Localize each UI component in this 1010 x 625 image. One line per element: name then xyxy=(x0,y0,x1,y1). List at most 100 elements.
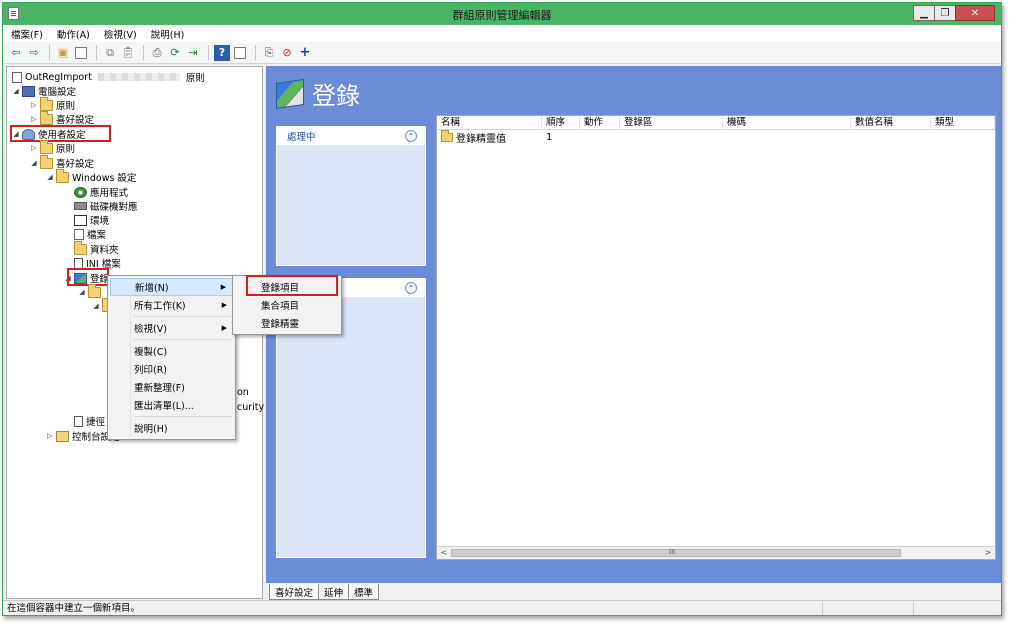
menu-item-view[interactable]: 檢視(V) ▶ xyxy=(110,319,233,337)
folder-icon xyxy=(40,139,53,154)
column-header[interactable]: 類型 xyxy=(931,116,995,129)
tree-shortcuts[interactable]: 捷徑 xyxy=(63,414,105,428)
stop-icon[interactable]: ⊘ xyxy=(279,45,295,61)
forward-arrow-icon[interactable]: ⇨ xyxy=(26,45,42,61)
folder-icon xyxy=(74,240,87,255)
menu-item-copy[interactable]: 複製(C) xyxy=(110,342,233,360)
column-header[interactable]: 名稱 xyxy=(437,116,542,129)
shortcut-icon xyxy=(74,415,83,427)
menu-item-help[interactable]: 說明(H) xyxy=(110,419,233,437)
submenu-arrow-icon: ▶ xyxy=(221,301,227,309)
properties-icon[interactable] xyxy=(232,45,248,61)
view-tabs: 喜好設定 延伸 標準 xyxy=(269,584,380,600)
close-button[interactable]: ✕ xyxy=(955,5,995,21)
tree-registry-child[interactable]: ◢ xyxy=(77,283,104,299)
column-header[interactable]: 動作 xyxy=(580,116,620,129)
back-arrow-icon[interactable]: ⇦ xyxy=(8,45,24,61)
menu-item-collection-item[interactable]: 集合項目 xyxy=(235,296,339,314)
folder-icon xyxy=(56,168,69,183)
tree-user-policies[interactable]: ▷ 原則 xyxy=(29,139,75,155)
list-item[interactable]: 登錄精靈值 1 xyxy=(437,129,995,145)
collapse-icon[interactable]: ◢ xyxy=(29,159,39,167)
scroll-right-icon[interactable]: > xyxy=(982,548,994,558)
title-bar[interactable]: 群組原則管理編輯器 ▁ ❐ ✕ xyxy=(3,3,1001,25)
collapse-icon[interactable]: ◢ xyxy=(91,302,101,310)
menu-help[interactable]: 說明(H) xyxy=(151,27,185,41)
expand-icon[interactable]: ▷ xyxy=(29,115,39,123)
add-icon[interactable]: + xyxy=(297,45,313,61)
list-header: 名稱 順序 動作 登錄區 機碼 數值名稱 類型 xyxy=(437,116,995,130)
collapse-icon[interactable]: ◢ xyxy=(45,173,55,181)
tree-label: Windows 設定 xyxy=(72,173,137,184)
folder-icon xyxy=(40,96,53,111)
minimize-button[interactable]: ▁ xyxy=(913,5,935,21)
gpo-icon xyxy=(12,71,22,83)
tree-label: 捷徑 xyxy=(86,417,106,428)
tab-extended[interactable]: 延伸 xyxy=(318,584,350,600)
column-header[interactable]: 登錄區 xyxy=(620,116,723,129)
show-hide-tree-icon[interactable] xyxy=(73,45,89,61)
menu-file[interactable]: 檔案(F) xyxy=(11,27,43,41)
menu-action[interactable]: 動作(A) xyxy=(57,27,90,41)
maximize-button[interactable]: ❐ xyxy=(934,5,956,21)
menu-item-refresh[interactable]: 重新整理(F) xyxy=(110,378,233,396)
tab-preferences[interactable]: 喜好設定 xyxy=(269,584,320,600)
tree-label: 應用程式 xyxy=(90,188,129,199)
highlight-box xyxy=(246,275,338,296)
processing-panel-header[interactable]: 處理中 ⌃ xyxy=(277,127,425,145)
control-panel-icon xyxy=(56,430,69,442)
tree-root[interactable]: OutRegImport 原則 xyxy=(11,70,205,84)
menu-item-new[interactable]: 新增(N) ▶ xyxy=(110,278,233,296)
up-folder-icon[interactable]: ▣ xyxy=(55,45,71,61)
details-list[interactable]: 名稱 順序 動作 登錄區 機碼 數值名稱 類型 登錄精靈值 1 < III > xyxy=(436,115,996,560)
tree-computer-preferences[interactable]: ▷ 喜好設定 xyxy=(29,110,94,126)
drive-icon xyxy=(74,202,87,210)
toolbar-separator xyxy=(208,45,209,60)
collapse-chevron-icon[interactable]: ⌃ xyxy=(405,282,417,294)
tree-label: 檔案 xyxy=(87,230,107,241)
tree-windows-settings[interactable]: ◢ Windows 設定 xyxy=(45,168,137,184)
tree-drive-maps[interactable]: 磁碟機對應 xyxy=(63,199,138,213)
expand-icon[interactable]: ▷ xyxy=(29,144,39,152)
menu-view[interactable]: 檢視(V) xyxy=(104,27,137,41)
expand-icon[interactable]: ▷ xyxy=(29,101,39,109)
folder-icon xyxy=(40,154,53,169)
scroll-left-icon[interactable]: < xyxy=(438,548,450,558)
column-header[interactable]: 順序 xyxy=(542,116,580,129)
copy-icon[interactable]: ⧉ xyxy=(102,45,118,61)
tree-files[interactable]: 檔案 xyxy=(63,227,106,241)
tree-computer-policies[interactable]: ▷ 原則 xyxy=(29,96,76,112)
menu-item-print[interactable]: 列印(R) xyxy=(110,360,233,378)
column-header[interactable]: 機碼 xyxy=(723,116,851,129)
tab-standard[interactable]: 標準 xyxy=(348,584,380,600)
scroll-thumb[interactable] xyxy=(451,549,901,557)
tree-applications[interactable]: 應用程式 xyxy=(63,185,128,199)
menu-item-registry-wizard[interactable]: 登錄精靈 xyxy=(235,314,339,332)
paste-icon[interactable]: 📋︎ xyxy=(120,45,136,61)
refresh-icon[interactable]: ⟳ xyxy=(167,45,183,61)
expand-icon[interactable]: ▷ xyxy=(45,432,55,440)
toolbar: ⇦ ⇨ ▣ ⧉ 📋︎ ⎙ ⟳ ⇥ ? ⎘ ⊘ + xyxy=(3,42,1001,64)
help-icon[interactable]: ? xyxy=(214,44,230,61)
tree-environment[interactable]: 環境 xyxy=(63,213,109,227)
context-menu: 新增(N) ▶ 所有工作(K) ▶ 檢視(V) ▶ 複製(C) 列印(R) 重新… xyxy=(107,275,236,440)
column-header[interactable]: 數值名稱 xyxy=(851,116,931,129)
main-window: 群組原則管理編輯器 ▁ ❐ ✕ 檔案(F) 動作(A) 檢視(V) 說明(H) … xyxy=(2,2,1002,616)
collapse-icon[interactable]: ◢ xyxy=(11,87,21,95)
menu-item-all-tasks[interactable]: 所有工作(K) ▶ xyxy=(110,296,233,314)
tree-label: on xyxy=(237,386,249,398)
folder-icon xyxy=(40,110,53,125)
horizontal-scrollbar[interactable]: < III > xyxy=(437,546,995,559)
collapse-icon[interactable]: ◢ xyxy=(77,288,87,296)
print-icon[interactable]: ⎙ xyxy=(149,45,165,61)
new-item-icon[interactable]: ⎘ xyxy=(261,45,277,61)
menu-divider xyxy=(134,416,231,417)
menu-item-label: 檢視(V) xyxy=(134,324,167,335)
menu-item-export-list[interactable]: 匯出清單(L)... xyxy=(110,396,233,414)
tree-label: 原則 xyxy=(56,101,76,112)
toolbar-separator xyxy=(96,45,97,60)
tree-folders[interactable]: 資料夾 xyxy=(63,240,119,256)
export-list-icon[interactable]: ⇥ xyxy=(185,45,201,61)
status-bar: 在這個容器中建立一個新項目。 xyxy=(3,600,1001,615)
collapse-chevron-icon[interactable]: ⌃ xyxy=(405,130,417,142)
